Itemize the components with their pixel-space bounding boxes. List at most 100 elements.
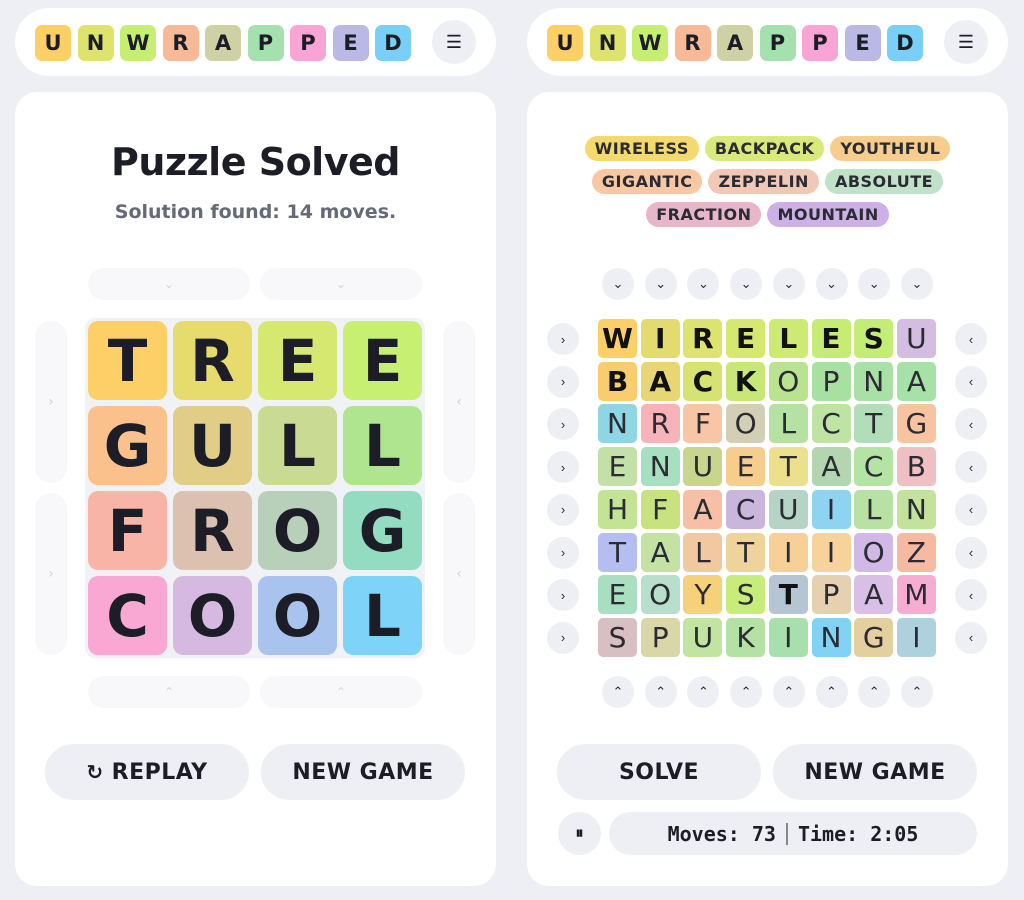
letter-tile[interactable]: P (811, 361, 851, 401)
letter-tile[interactable]: A (683, 489, 723, 529)
shift-right-icon[interactable]: › (547, 579, 579, 612)
letter-tile[interactable]: A (640, 532, 680, 572)
letter-tile[interactable]: T (768, 447, 808, 487)
shift-left-icon[interactable]: ‹ (955, 408, 987, 441)
shift-down-icon[interactable]: ⌄ (815, 268, 848, 300)
shift-down-icon[interactable]: ⌄ (687, 268, 720, 300)
letter-tile[interactable]: N (854, 361, 894, 401)
shift-left-icon[interactable]: ‹ (955, 536, 987, 569)
shift-down-icon[interactable]: ⌄ (772, 268, 805, 300)
letter-tile[interactable]: M (896, 575, 936, 615)
letter-tile[interactable]: E (811, 319, 851, 358)
shift-down-icon[interactable]: ⌄ (900, 268, 933, 300)
letter-tile[interactable]: U (683, 617, 723, 657)
letter-tile[interactable]: F (640, 489, 680, 529)
shift-right-icon[interactable]: › (547, 621, 579, 654)
letter-tile[interactable]: A (896, 361, 936, 401)
shift-left-icon[interactable]: ‹ (955, 621, 987, 654)
shift-up-icon[interactable]: ⌃ (815, 676, 848, 708)
shift-left-icon[interactable]: ‹ (955, 493, 987, 526)
pause-button[interactable]: ⏸ (558, 812, 601, 855)
letter-tile[interactable]: N (640, 447, 680, 487)
shift-up-icon[interactable]: ⌃ (858, 676, 891, 708)
letter-tile[interactable]: E (726, 319, 766, 358)
letter-tile[interactable]: E (598, 575, 637, 615)
shift-down-icon[interactable]: ⌄ (730, 268, 763, 300)
shift-up-icon[interactable]: ⌃ (644, 676, 677, 708)
letter-tile[interactable]: T (726, 532, 766, 572)
letter-tile[interactable]: B (598, 361, 637, 401)
letter-tile[interactable]: N (598, 404, 637, 444)
replay-button[interactable]: ↻ REPLAY (45, 744, 249, 800)
letter-tile[interactable]: O (854, 532, 894, 572)
letter-tile[interactable]: P (811, 575, 851, 615)
letter-tile[interactable]: U (896, 319, 936, 358)
new-game-button[interactable]: NEW GAME (261, 744, 465, 800)
letter-tile[interactable]: N (896, 489, 936, 529)
letter-tile[interactable]: A (811, 447, 851, 487)
letter-tile[interactable]: T (768, 575, 808, 615)
shift-left-icon[interactable]: ‹ (955, 579, 987, 612)
letter-tile[interactable]: I (768, 532, 808, 572)
letter-tile[interactable]: U (768, 489, 808, 529)
shift-left-icon[interactable]: ‹ (955, 365, 987, 398)
letter-tile[interactable]: B (896, 447, 936, 487)
letter-tile[interactable]: C (726, 489, 766, 529)
shift-down-icon[interactable]: ⌄ (858, 268, 891, 300)
solve-button[interactable]: SOLVE (557, 744, 761, 800)
shift-up-icon[interactable]: ⌃ (687, 676, 720, 708)
letter-tile[interactable]: L (683, 532, 723, 572)
shift-right-icon[interactable]: › (547, 451, 579, 484)
letter-tile[interactable]: A (854, 575, 894, 615)
letter-tile[interactable]: I (896, 617, 936, 657)
letter-tile[interactable]: O (726, 404, 766, 444)
shift-down-icon[interactable]: ⌄ (602, 268, 634, 300)
letter-tile[interactable]: S (854, 319, 894, 358)
letter-tile[interactable]: I (811, 489, 851, 529)
shift-right-icon[interactable]: › (547, 493, 579, 526)
letter-tile[interactable]: C (854, 447, 894, 487)
letter-tile[interactable]: I (640, 319, 680, 358)
shift-left-icon[interactable]: ‹ (955, 451, 987, 484)
letter-tile[interactable]: S (726, 575, 766, 615)
letter-tile[interactable]: E (598, 447, 637, 487)
shift-up-icon[interactable]: ⌃ (730, 676, 763, 708)
shift-left-icon[interactable]: ‹ (955, 323, 987, 355)
shift-right-icon[interactable]: › (547, 365, 579, 398)
letter-tile[interactable]: T (598, 532, 637, 572)
letter-tile[interactable]: I (768, 617, 808, 657)
new-game-button[interactable]: NEW GAME (773, 744, 977, 800)
letter-tile[interactable]: W (598, 319, 637, 358)
letter-tile[interactable]: R (640, 404, 680, 444)
letter-tile[interactable]: K (726, 361, 766, 401)
letter-tile[interactable]: G (896, 404, 936, 444)
letter-tile[interactable]: U (683, 447, 723, 487)
letter-tile[interactable]: S (598, 617, 637, 657)
letter-tile[interactable]: C (811, 404, 851, 444)
letter-tile[interactable]: E (726, 447, 766, 487)
menu-button[interactable]: ☰ (944, 20, 988, 64)
letter-tile[interactable]: R (683, 319, 723, 358)
letter-tile[interactable]: T (854, 404, 894, 444)
shift-right-icon[interactable]: › (547, 536, 579, 569)
letter-tile[interactable]: H (598, 489, 637, 529)
letter-tile[interactable]: C (683, 361, 723, 401)
letter-tile[interactable]: Z (896, 532, 936, 572)
shift-down-icon[interactable]: ⌄ (644, 268, 677, 300)
letter-tile[interactable]: L (768, 319, 808, 358)
shift-up-icon[interactable]: ⌃ (602, 676, 634, 708)
letter-tile[interactable]: F (683, 404, 723, 444)
letter-tile[interactable]: A (640, 361, 680, 401)
letter-tile[interactable]: O (640, 575, 680, 615)
letter-tile[interactable]: O (768, 361, 808, 401)
letter-tile[interactable]: Y (683, 575, 723, 615)
shift-up-icon[interactable]: ⌃ (772, 676, 805, 708)
shift-right-icon[interactable]: › (547, 408, 579, 441)
letter-tile[interactable]: G (854, 617, 894, 657)
letter-tile[interactable]: I (811, 532, 851, 572)
letter-tile[interactable]: L (768, 404, 808, 444)
letter-tile[interactable]: P (640, 617, 680, 657)
shift-up-icon[interactable]: ⌃ (900, 676, 933, 708)
letter-tile[interactable]: L (854, 489, 894, 529)
letter-tile[interactable]: K (726, 617, 766, 657)
